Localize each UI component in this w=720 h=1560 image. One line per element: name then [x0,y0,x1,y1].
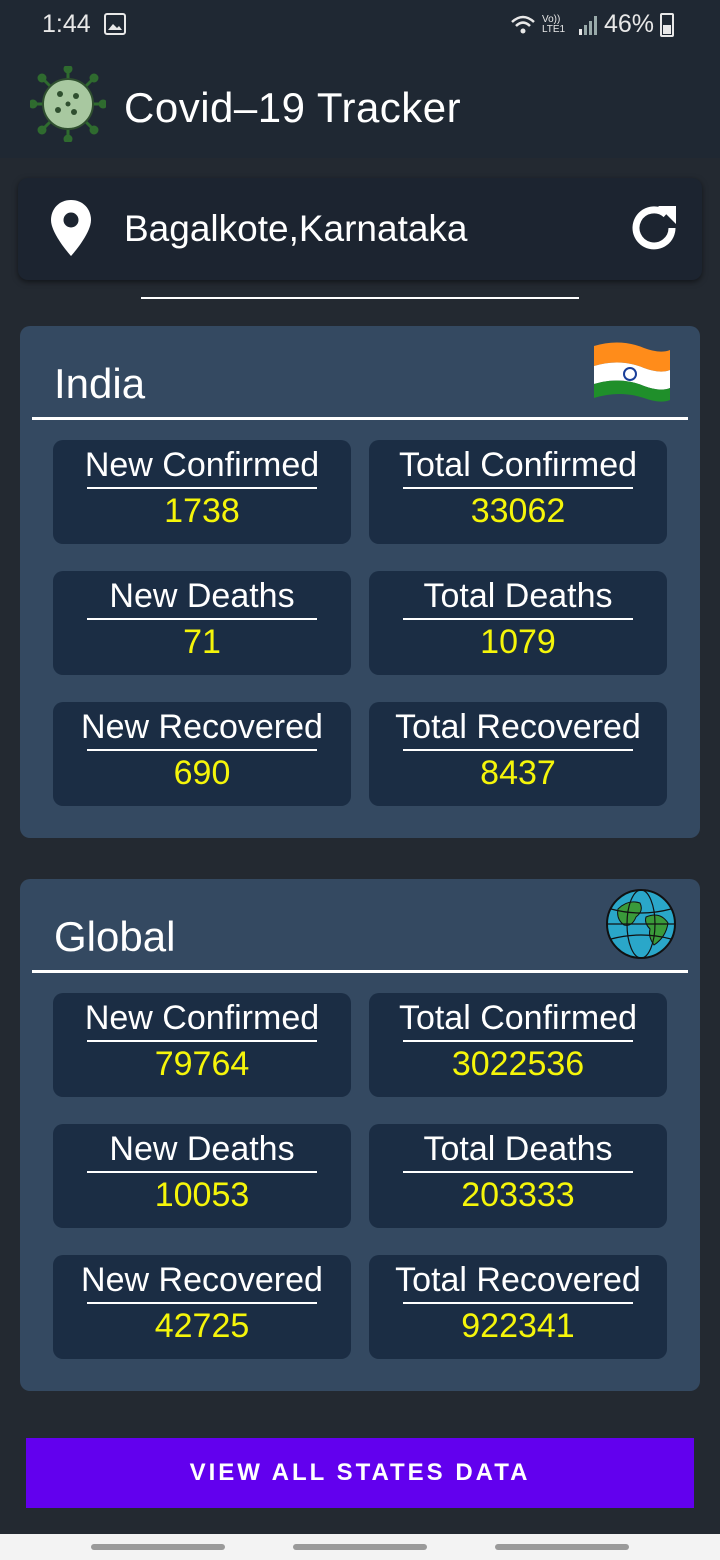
stat-value: 79764 [154,1045,250,1083]
gallery-notification-icon [104,13,126,35]
system-nav-bar [0,1534,720,1560]
stat-underline [403,618,633,620]
signal-icon [578,15,597,35]
location-name: Bagalkote,Karnataka [124,208,468,249]
global-new-confirmed-card: New Confirmed 79764 [53,993,351,1097]
refresh-icon[interactable] [626,200,682,256]
stat-label: Total Deaths [423,577,613,615]
stat-underline [403,487,633,489]
stat-label: New Confirmed [84,999,320,1037]
battery-percent: 46% [603,10,654,38]
battery-icon [660,12,674,37]
india-panel: India New Confirmed 1738 Total Confirmed… [20,326,700,838]
stat-label: New Deaths [109,577,295,615]
india-new-confirmed-card: New Confirmed 1738 [53,440,351,544]
global-new-recovered-card: New Recovered 42725 [53,1255,351,1359]
stat-value: 10053 [154,1176,250,1214]
stat-label: Total Recovered [395,1261,641,1299]
app-title: Covid–19 Tracker [124,84,462,131]
stat-value: 3022536 [451,1045,585,1083]
stat-value: 922341 [461,1307,575,1345]
stat-underline [403,749,633,751]
stat-value: 203333 [461,1176,575,1214]
status-time: 1:44 [42,10,91,38]
india-panel-title: India [54,360,146,407]
india-new-recovered-card: New Recovered 690 [53,702,351,806]
stat-underline [87,1302,317,1304]
location-divider [141,297,579,299]
location-pin-icon [51,200,91,256]
globe-icon [606,889,676,959]
stat-label: New Deaths [109,1130,295,1168]
global-new-deaths-card: New Deaths 10053 [53,1124,351,1228]
stat-value: 42725 [154,1307,250,1345]
india-new-deaths-card: New Deaths 71 [53,571,351,675]
wifi-icon [511,15,535,33]
india-flag-icon [594,342,670,402]
stat-label: Total Confirmed [398,446,638,484]
global-total-deaths-card: Total Deaths 203333 [369,1124,667,1228]
nav-recents-button[interactable] [91,1544,225,1550]
global-panel: Global New Confirmed 79764 Total Confirm… [20,879,700,1391]
stat-value: 690 [173,754,231,792]
stat-underline [87,749,317,751]
stat-underline [403,1040,633,1042]
stat-value: 1079 [480,623,556,661]
view-all-states-button[interactable]: VIEW ALL STATES DATA [26,1438,694,1508]
virus-logo-icon [30,66,106,142]
stat-underline [403,1302,633,1304]
status-bar: 1:44 Vo)) LTE1 46% [0,0,720,52]
stat-label: New Recovered [81,708,323,746]
app-bar: Covid–19 Tracker [0,52,720,158]
stat-label: Total Recovered [395,708,641,746]
nav-back-button[interactable] [495,1544,629,1550]
stat-value: 1738 [164,492,240,530]
global-total-recovered-card: Total Recovered 922341 [369,1255,667,1359]
nav-home-button[interactable] [293,1544,427,1550]
india-total-deaths-card: Total Deaths 1079 [369,571,667,675]
stat-value: 33062 [470,492,566,530]
stat-underline [87,1171,317,1173]
network-label: Vo)) LTE1 [541,13,566,35]
global-panel-title: Global [54,913,176,960]
india-total-recovered-card: Total Recovered 8437 [369,702,667,806]
stat-underline [87,618,317,620]
location-card: Bagalkote,Karnataka [18,178,702,280]
india-panel-rule [32,417,688,420]
stat-label: Total Confirmed [398,999,638,1037]
stat-underline [403,1171,633,1173]
stat-value: 8437 [480,754,556,792]
status-right: Vo)) LTE1 46% [510,10,674,39]
stat-label: New Confirmed [84,446,320,484]
stat-underline [87,1040,317,1042]
india-total-confirmed-card: Total Confirmed 33062 [369,440,667,544]
stat-value: 71 [183,623,221,661]
global-total-confirmed-card: Total Confirmed 3022536 [369,993,667,1097]
stat-underline [87,487,317,489]
stat-label: Total Deaths [423,1130,613,1168]
global-panel-rule [32,970,688,973]
stat-label: New Recovered [81,1261,323,1299]
